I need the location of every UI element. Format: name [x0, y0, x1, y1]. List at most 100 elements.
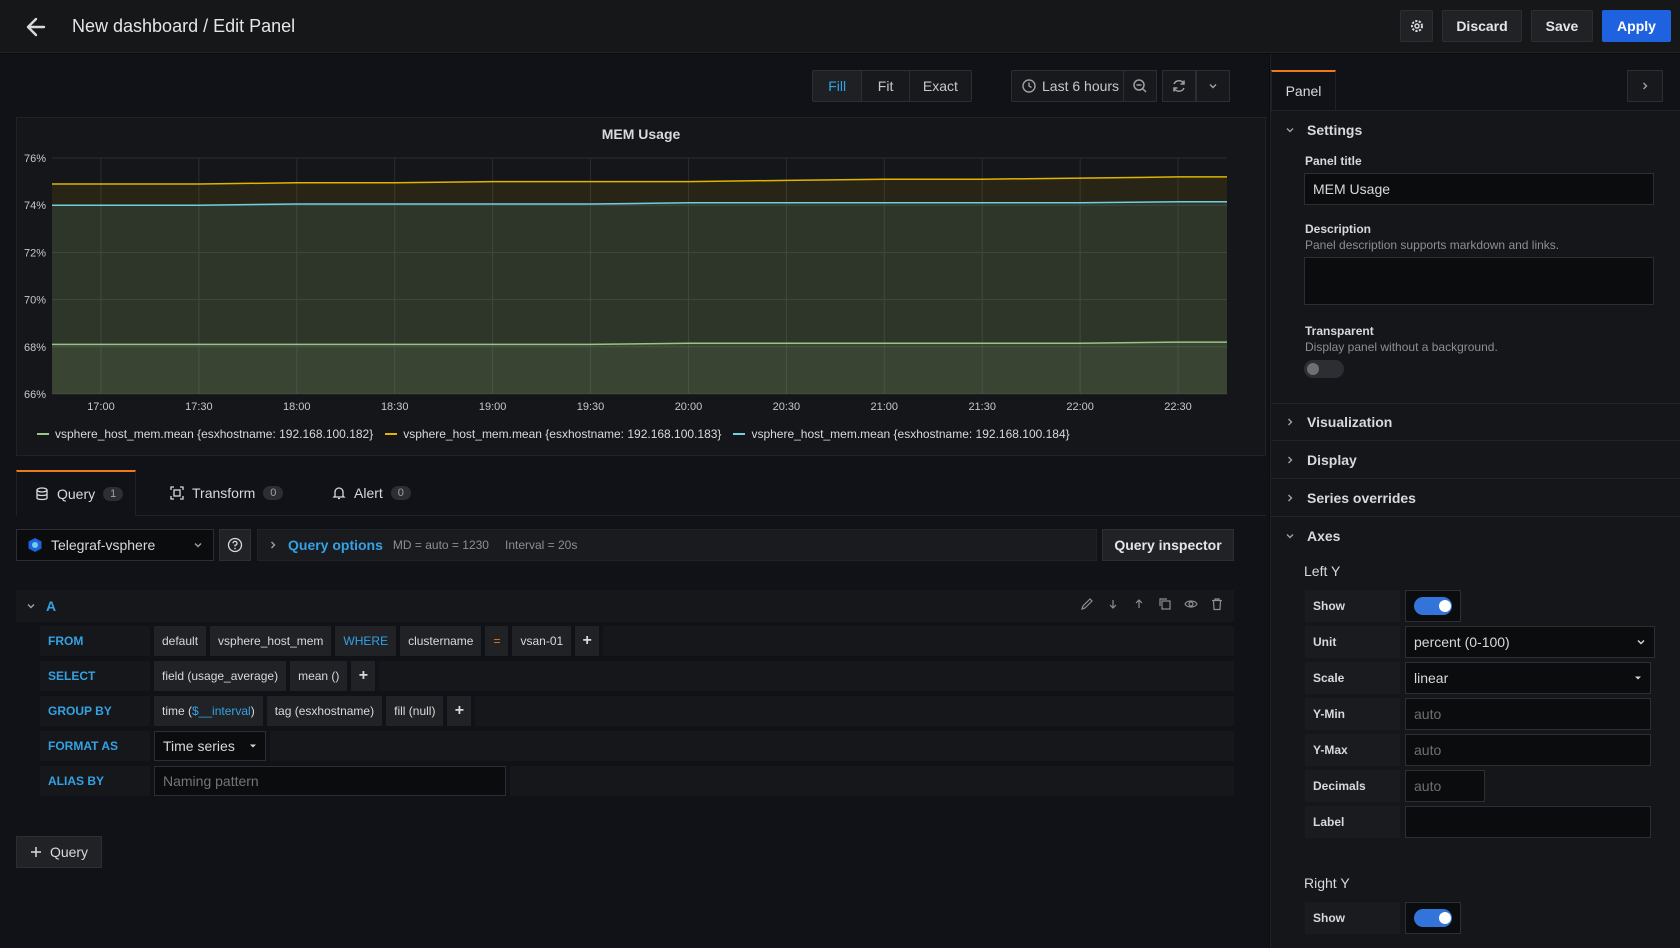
left-y-show-toggle[interactable]	[1414, 597, 1452, 615]
unit-select[interactable]: percent (0-100)	[1405, 626, 1655, 658]
scale-label: Scale	[1305, 662, 1400, 694]
apply-button[interactable]: Apply	[1602, 10, 1671, 42]
collapse-pane-button[interactable]	[1627, 70, 1663, 102]
query-format-row: FORMAT AS Time series	[40, 731, 1234, 761]
legend-item[interactable]: vsphere_host_mem.mean {esxhostname: 192.…	[385, 427, 721, 441]
y-min-input[interactable]: auto	[1405, 698, 1651, 730]
time-group-segment[interactable]: time ($__interval)	[154, 696, 263, 726]
visualization-section-header[interactable]: Visualization	[1271, 403, 1680, 441]
database-icon	[35, 487, 49, 501]
refresh-button[interactable]	[1162, 70, 1196, 102]
query-groupby-row: GROUP BY time ($__interval) tag (esxhost…	[40, 696, 1234, 726]
datasource-logo-icon	[27, 537, 43, 553]
exact-mode-button[interactable]: Exact	[910, 71, 971, 101]
trash-icon[interactable]	[1210, 597, 1224, 611]
add-query-button[interactable]: Query	[16, 836, 102, 868]
legend-item[interactable]: vsphere_host_mem.mean {esxhostname: 192.…	[37, 427, 373, 441]
query-select-row: SELECT field (usage_average) mean () +	[40, 661, 1234, 691]
alias-by-keyword: ALIAS BY	[40, 766, 150, 796]
add-group-by-button[interactable]: +	[447, 696, 472, 726]
refresh-icon	[1171, 78, 1187, 94]
tab-panel[interactable]: Panel	[1271, 70, 1336, 110]
where-keyword: WHERE	[335, 626, 397, 656]
add-condition-button[interactable]: +	[575, 626, 600, 656]
back-arrow-icon[interactable]	[20, 12, 50, 42]
tab-transform[interactable]: Transform 0	[152, 470, 302, 516]
query-options-label[interactable]: Query options	[288, 537, 383, 553]
legend-swatch	[37, 433, 49, 435]
legend-swatch	[733, 433, 746, 435]
save-button[interactable]: Save	[1531, 10, 1593, 42]
panel-title-input[interactable]: MEM Usage	[1304, 173, 1654, 205]
row-filler	[510, 766, 1234, 796]
chevron-right-icon	[1285, 455, 1295, 465]
fill-segment[interactable]: fill (null)	[386, 696, 444, 726]
arrow-up-icon[interactable]	[1132, 597, 1146, 611]
query-header[interactable]: A	[16, 590, 1234, 622]
legend-item[interactable]: vsphere_host_mem.mean {esxhostname: 192.…	[733, 427, 1070, 441]
settings-button[interactable]	[1400, 10, 1433, 42]
zoom-out-button[interactable]	[1123, 70, 1157, 102]
decimals-input[interactable]: auto	[1405, 770, 1485, 802]
discard-button[interactable]: Discard	[1442, 10, 1522, 42]
aggregation-segment[interactable]: mean ()	[290, 661, 348, 691]
scale-select[interactable]: linear	[1405, 662, 1651, 694]
time-group-prefix: time (	[162, 704, 192, 718]
y-max-input[interactable]: auto	[1405, 734, 1651, 766]
alias-input[interactable]	[154, 766, 506, 796]
operator-segment[interactable]: =	[485, 626, 509, 656]
chart-legend: vsphere_host_mem.mean {esxhostname: 192.…	[37, 424, 1257, 444]
chevron-right-icon	[1285, 493, 1295, 503]
unit-label: Unit	[1305, 626, 1400, 658]
datasource-picker[interactable]: Telegraf-vsphere	[16, 529, 214, 561]
right-y-show-toggle-wrap[interactable]	[1405, 902, 1461, 934]
tab-alert[interactable]: Alert 0	[314, 470, 424, 516]
settings-section-title: Settings	[1307, 122, 1363, 138]
add-select-button[interactable]: +	[351, 661, 376, 691]
measurement-segment[interactable]: vsphere_host_mem	[210, 626, 332, 656]
query-inspector-button[interactable]: Query inspector	[1102, 529, 1234, 561]
time-series-chart: 76% 74% 72% 70% 68% 66% 17:00 17:30 18:00 18:30 19…	[24, 153, 1227, 413]
axis-label-input[interactable]	[1405, 806, 1651, 838]
chevron-down-icon	[1636, 637, 1646, 647]
format-as-select[interactable]: Time series	[154, 731, 266, 761]
right-y-show-toggle[interactable]	[1414, 909, 1452, 927]
tag-key-segment[interactable]: clustername	[400, 626, 482, 656]
retention-policy-segment[interactable]: default	[154, 626, 207, 656]
transparent-toggle[interactable]	[1304, 360, 1344, 378]
series-overrides-section-header[interactable]: Series overrides	[1271, 479, 1680, 517]
tag-group-segment[interactable]: tag (esxhostname)	[266, 696, 383, 726]
refresh-interval-dropdown[interactable]	[1196, 70, 1230, 102]
group-by-keyword: GROUP BY	[40, 696, 150, 726]
copy-icon[interactable]	[1158, 597, 1172, 611]
series-overrides-section-title: Series overrides	[1307, 489, 1416, 506]
tag-value-segment[interactable]: vsan-01	[512, 626, 572, 656]
display-section-header[interactable]: Display	[1271, 441, 1680, 479]
row-filler	[475, 696, 1234, 726]
editor-tabs: Query 1 Transform 0 Alert 0	[16, 470, 1266, 516]
field-segment[interactable]: field (usage_average)	[154, 661, 287, 691]
row-filler	[379, 661, 1234, 691]
description-textarea[interactable]	[1304, 257, 1654, 305]
eye-icon[interactable]	[1184, 597, 1198, 611]
plus-icon	[30, 846, 42, 858]
help-button[interactable]	[219, 529, 251, 561]
chevron-down-icon[interactable]	[26, 601, 36, 611]
query-options-bar[interactable]: Query options MD = auto = 1230 Interval …	[257, 529, 1097, 561]
arrow-down-icon[interactable]	[1106, 597, 1120, 611]
caret-down-icon	[1634, 674, 1642, 682]
description-help: Panel description supports markdown and …	[1305, 238, 1560, 252]
fill-mode-button[interactable]: Fill	[813, 71, 863, 101]
display-mode-group: Fill Fit Exact	[812, 70, 972, 102]
tab-alert-label: Alert	[354, 485, 383, 501]
fit-mode-button[interactable]: Fit	[862, 71, 910, 101]
left-y-show-toggle-wrap[interactable]	[1405, 590, 1461, 622]
pencil-icon[interactable]	[1080, 597, 1094, 611]
x-tick-label: 21:00	[871, 401, 899, 413]
tab-query[interactable]: Query 1	[16, 470, 136, 516]
x-tick-label: 17:00	[87, 401, 115, 413]
axes-section-header[interactable]: Axes	[1271, 517, 1680, 555]
time-range-label: Last 6 hours	[1042, 78, 1120, 94]
x-tick-label: 20:00	[675, 401, 703, 413]
settings-section-header[interactable]: Settings	[1271, 111, 1680, 149]
